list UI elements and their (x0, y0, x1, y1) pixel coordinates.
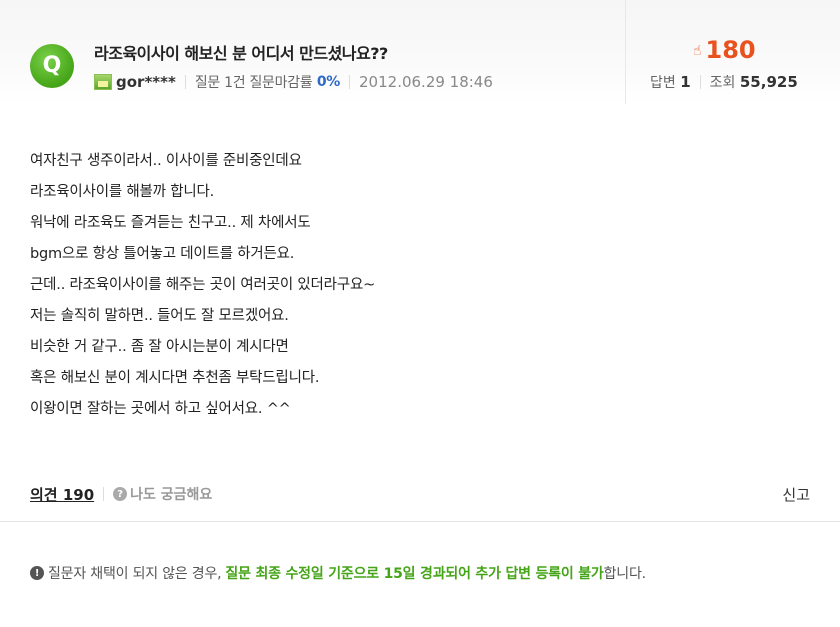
like-count[interactable]: ☝ 180 (693, 36, 756, 64)
answer-notice: ! 질문자 채택이 되지 않은 경우, 질문 최종 수정일 기준으로 15일 경… (30, 563, 646, 583)
question-meta: gor**** 질문 1건 질문마감률 0% 2012.06.29 18:46 (94, 72, 493, 92)
header-divider (625, 0, 626, 104)
body-line: 비슷한 거 같구.. 좀 잘 아시는분이 계시다면 (30, 339, 289, 355)
body-line: 워낙에 라조육도 즐겨듣는 친구고.. 제 차에서도 (30, 215, 311, 231)
body-line: 라조육이사이를 해볼까 합니다. (30, 184, 215, 200)
info-icon: ! (30, 566, 44, 580)
divider (103, 487, 105, 501)
views-label: 조회 (709, 75, 736, 91)
curious-label: 나도 궁금해요 (130, 487, 213, 503)
user-level-icon (94, 74, 112, 90)
body-line: 이왕이면 잘하는 곳에서 하고 싶어서요. ^^ (30, 401, 291, 417)
question-body: 여자친구 생주이라서.. 이사이를 준비중인데요 라조육이사이를 해볼까 합니다… (30, 146, 790, 425)
question-date: 2012.06.29 18:46 (359, 73, 493, 91)
user-stats: 질문 1건 질문마감률 (194, 75, 313, 91)
close-rate: 0% (316, 74, 341, 90)
question-mark-icon: ? (113, 487, 128, 501)
curious-button[interactable]: ? 나도 궁금해요 (113, 484, 212, 504)
question-actions: 의견 190 ? 나도 궁금해요 (30, 482, 212, 506)
body-line: bgm으로 항상 틀어놓고 데이트를 하거든요. (30, 246, 295, 262)
divider (699, 75, 701, 89)
divider (184, 75, 186, 89)
like-value: 180 (705, 36, 756, 64)
notice-suffix: 합니다. (603, 566, 646, 582)
question-header: Q 라조육이사이 해보신 분 어디서 만드셨나요?? gor**** 질문 1건… (0, 0, 840, 104)
body-line: 여자친구 생주이라서.. 이사이를 준비중인데요 (30, 153, 302, 169)
thumbs-up-icon: ☝ (693, 43, 702, 59)
user-name[interactable]: gor**** (116, 73, 176, 91)
section-divider (0, 521, 840, 522)
opinion-link[interactable]: 의견 190 (30, 484, 94, 505)
answers-label: 답변 (650, 75, 676, 91)
body-line: 혹은 해보신 분이 계시다면 추천좀 부탁드립니다. (30, 370, 320, 386)
body-line: 근데.. 라조육이사이를 해주는 곳이 여러곳이 있더라구요~ (30, 277, 376, 293)
question-title: 라조육이사이 해보신 분 어디서 만드셨나요?? (94, 44, 388, 63)
views-count: 55,925 (739, 73, 798, 91)
notice-highlight: 질문 최종 수정일 기준으로 15일 경과되어 추가 답변 등록이 불가 (225, 566, 604, 582)
report-button[interactable]: 신고 (782, 484, 810, 505)
divider (349, 75, 351, 89)
question-badge-icon: Q (30, 44, 74, 88)
answer-view-stats: 답변 1 조회 55,925 (650, 72, 798, 92)
notice-prefix: 질문자 채택이 되지 않은 경우, (48, 566, 222, 582)
answers-count: 1 (680, 73, 691, 91)
body-line: 저는 솔직히 말하면.. 들어도 잘 모르겠어요. (30, 308, 289, 324)
